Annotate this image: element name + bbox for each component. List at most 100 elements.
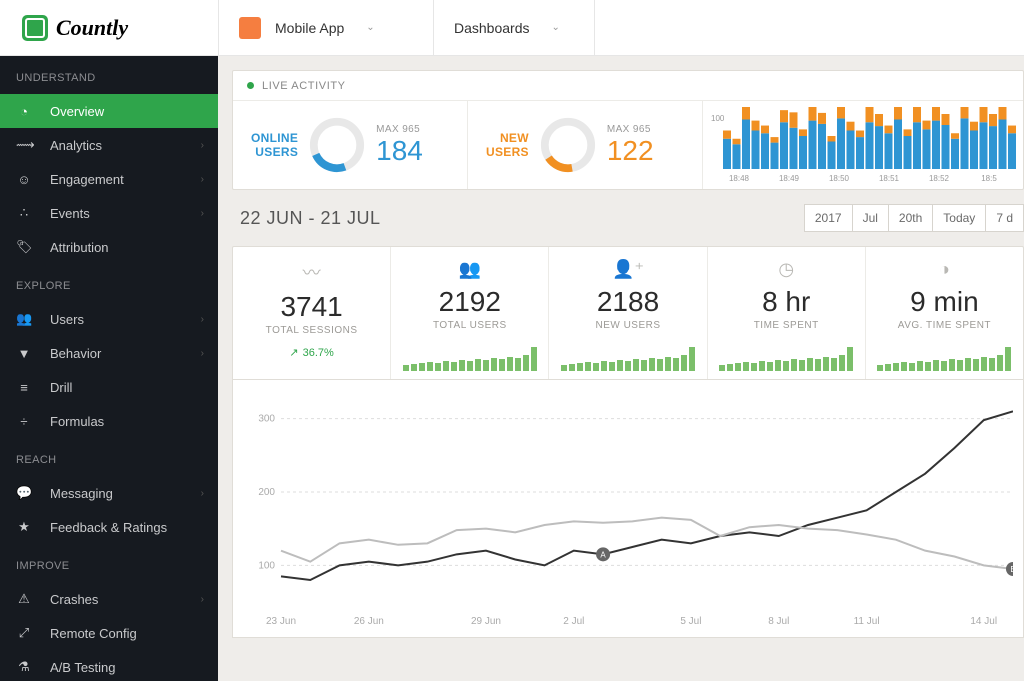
sidebar-item-behavior[interactable]: ▼ Behavior › <box>0 336 218 370</box>
sidebar-item-label: Crashes <box>50 592 98 607</box>
metric-value: 2192 <box>401 286 538 318</box>
metric-card-users[interactable]: 👥 2192 TOTAL USERS <box>391 247 549 379</box>
sidebar-item-label: Feedback & Ratings <box>50 520 167 535</box>
sidebar-icon: ⤢ <box>16 625 32 641</box>
sidebar-item-remote-config[interactable]: ⤢ Remote Config <box>0 616 218 650</box>
new-users-donut-icon <box>539 116 597 174</box>
sidebar-item-messaging[interactable]: 💬 Messaging › <box>0 476 218 510</box>
chevron-right-icon: › <box>201 314 204 325</box>
range-button[interactable]: Today <box>932 204 986 232</box>
svg-text:100: 100 <box>258 560 275 571</box>
metric-label: AVG. TIME SPENT <box>876 320 1013 331</box>
sidebar-icon: ⚗ <box>16 659 32 675</box>
svg-text:11 Jul: 11 Jul <box>854 616 880 627</box>
svg-text:18:48: 18:48 <box>729 174 750 183</box>
sidebar-item-label: Users <box>50 312 84 327</box>
chevron-right-icon: › <box>201 140 204 151</box>
sidebar-item-drill[interactable]: ≡ Drill <box>0 370 218 404</box>
sidebar-item-label: Attribution <box>50 240 109 255</box>
metric-value: 8 hr <box>718 286 855 318</box>
svg-text:18:49: 18:49 <box>779 174 800 183</box>
metric-label: NEW USERS <box>559 320 696 331</box>
svg-text:23 Jun: 23 Jun <box>266 616 296 627</box>
sidebar-item-label: A/B Testing <box>50 660 116 675</box>
sidebar-item-engagement[interactable]: ☺ Engagement › <box>0 162 218 196</box>
sidebar-icon: ☺ <box>16 172 32 187</box>
range-button[interactable]: Jul <box>852 204 889 232</box>
topbar: Countly Mobile App ⌄ Dashboards ⌄ <box>0 0 1024 56</box>
sidebar-item-label: Drill <box>50 380 72 395</box>
sidebar: UNDERSTAND◔ Overview ⟿ Analytics ›☺ Enga… <box>0 56 218 681</box>
metric-card-timespent[interactable]: ◷ 8 hr TIME SPENT <box>708 247 866 379</box>
sidebar-icon: ★ <box>16 519 32 535</box>
svg-text:A: A <box>600 550 606 559</box>
svg-text:8 Jul: 8 Jul <box>768 616 789 627</box>
newusers-icon: 👤⁺ <box>559 259 696 280</box>
date-range-title: 22 JUN - 21 JUL <box>232 208 381 229</box>
chevron-right-icon: › <box>201 348 204 359</box>
metric-label: TOTAL SESSIONS <box>243 325 380 336</box>
chevron-down-icon: ⌄ <box>366 22 374 33</box>
metric-value: 3741 <box>243 291 380 323</box>
svg-text:18:52: 18:52 <box>929 174 950 183</box>
sidebar-section-header: REACH <box>0 438 218 476</box>
sidebar-item-overview[interactable]: ◔ Overview <box>0 94 218 128</box>
sidebar-icon: ÷ <box>16 414 32 429</box>
sidebar-item-label: Behavior <box>50 346 101 361</box>
range-button[interactable]: 2017 <box>804 204 853 232</box>
svg-text:100: 100 <box>711 114 725 123</box>
svg-text:14 Jul: 14 Jul <box>970 616 997 627</box>
svg-text:18:5: 18:5 <box>981 174 997 183</box>
new-users-value: 122 <box>607 135 654 167</box>
chevron-right-icon: › <box>201 174 204 185</box>
metrics-row: 〰 3741 TOTAL SESSIONS ↗36.7%👥 2192 TOTAL… <box>232 246 1024 380</box>
online-users-value: 184 <box>376 135 423 167</box>
metric-label: TOTAL USERS <box>401 320 538 331</box>
sidebar-icon: ▼ <box>16 346 32 361</box>
new-users-label: NEWUSERS <box>486 131 529 160</box>
metric-card-avgtime[interactable]: ◑ 9 min AVG. TIME SPENT <box>866 247 1023 379</box>
sidebar-section-header: EXPLORE <box>0 264 218 302</box>
logo[interactable]: Countly <box>0 15 218 41</box>
sidebar-icon: 🏷 <box>16 239 32 255</box>
chevron-right-icon: › <box>201 208 204 219</box>
sidebar-section-header: IMPROVE <box>0 544 218 582</box>
metric-card-sessions[interactable]: 〰 3741 TOTAL SESSIONS ↗36.7% <box>233 247 391 379</box>
sidebar-item-users[interactable]: 👥 Users › <box>0 302 218 336</box>
app-color-swatch <box>239 17 261 39</box>
sidebar-section-header: UNDERSTAND <box>0 56 218 94</box>
chevron-down-icon: ⌄ <box>552 22 560 33</box>
range-button[interactable]: 7 d <box>985 204 1024 232</box>
sidebar-item-analytics[interactable]: ⟿ Analytics › <box>0 128 218 162</box>
new-users-card: NEWUSERS MAX 965 122 <box>468 101 703 189</box>
main-content: LIVE ACTIVITY ONLINEUSERS MAX 965 184 <box>218 56 1024 681</box>
online-users-max: MAX 965 <box>376 124 423 135</box>
live-indicator-icon <box>247 82 254 89</box>
sidebar-item-label: Overview <box>50 104 104 119</box>
dashboards-menu[interactable]: Dashboards ⌄ <box>434 0 595 56</box>
app-selector[interactable]: Mobile App ⌄ <box>218 0 434 56</box>
metric-value: 9 min <box>876 286 1013 318</box>
sidebar-item-feedback-ratings[interactable]: ★ Feedback & Ratings <box>0 510 218 544</box>
svg-text:2 Jul: 2 Jul <box>563 616 584 627</box>
new-users-max: MAX 965 <box>607 124 654 135</box>
range-button[interactable]: 20th <box>888 204 933 232</box>
sidebar-item-a-b-testing[interactable]: ⚗ A/B Testing <box>0 650 218 681</box>
svg-text:18:50: 18:50 <box>829 174 850 183</box>
svg-text:300: 300 <box>258 414 275 425</box>
live-activity-panel: LIVE ACTIVITY ONLINEUSERS MAX 965 184 <box>232 70 1024 190</box>
sidebar-icon: 👥 <box>16 311 32 327</box>
trend-up-icon: ↗ <box>289 346 298 359</box>
sidebar-item-attribution[interactable]: 🏷 Attribution <box>0 230 218 264</box>
sidebar-item-crashes[interactable]: ⚠ Crashes › <box>0 582 218 616</box>
metric-trend: ↗36.7% <box>243 346 380 359</box>
sidebar-item-label: Events <box>50 206 90 221</box>
metric-sparkline <box>401 341 538 371</box>
logo-text: Countly <box>56 15 128 41</box>
metric-card-newusers[interactable]: 👤⁺ 2188 NEW USERS <box>549 247 707 379</box>
sidebar-item-events[interactable]: ∴ Events › <box>0 196 218 230</box>
sidebar-icon: 💬 <box>16 485 32 501</box>
sidebar-item-formulas[interactable]: ÷ Formulas <box>0 404 218 438</box>
metric-sparkline <box>559 341 696 371</box>
svg-text:5 Jul: 5 Jul <box>680 616 701 627</box>
